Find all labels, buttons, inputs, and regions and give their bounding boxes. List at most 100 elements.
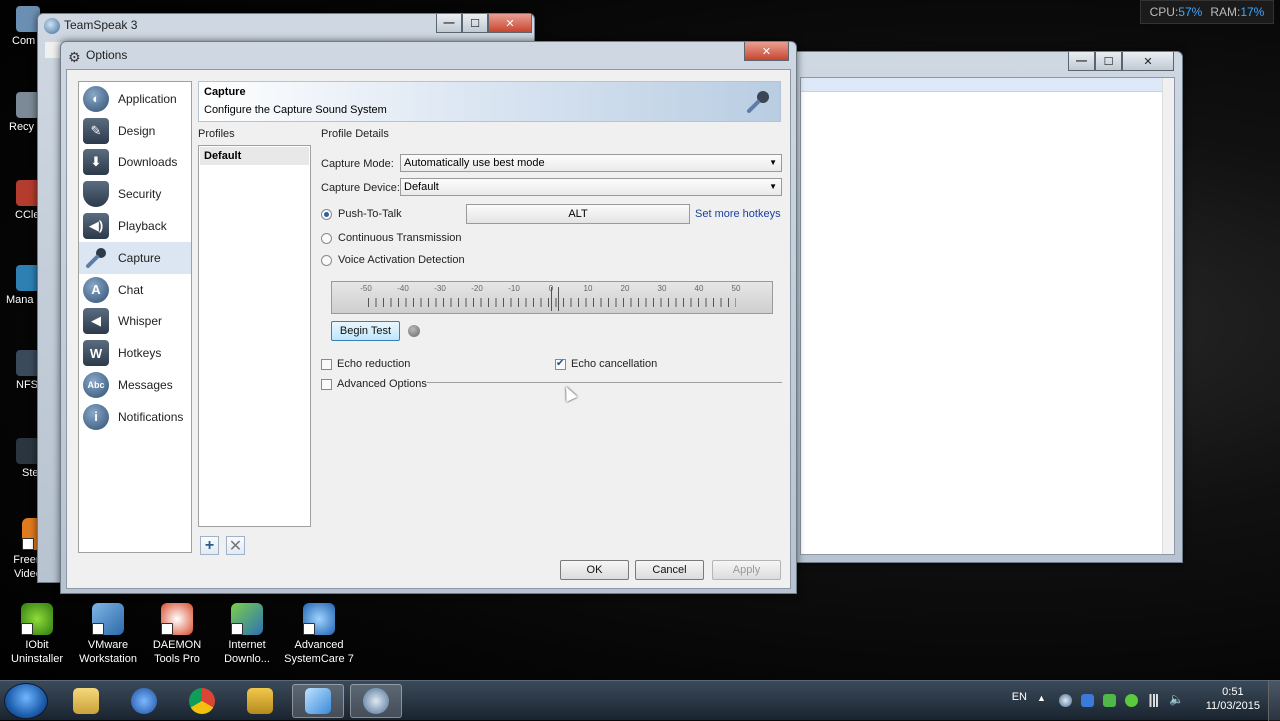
capture-mode-label: Capture Mode: (321, 158, 394, 170)
advanced-options-checkbox[interactable]: Advanced Options (321, 378, 427, 390)
desktop-icon-label: Downlo... (224, 653, 270, 665)
slider-tick: -30 (434, 284, 446, 293)
advanced-systemcare-icon (303, 603, 335, 635)
show-desktop-button[interactable] (1268, 681, 1280, 721)
nav-item-application[interactable]: ◐ Application (79, 83, 191, 115)
tray-icon[interactable] (1103, 694, 1116, 707)
messages-icon: Abc (83, 372, 109, 399)
add-profile-button[interactable]: + (200, 536, 219, 555)
nav-label: Hotkeys (118, 346, 162, 361)
desktop-icon-ccleaner[interactable]: CCle (0, 180, 40, 221)
desktop-icon-label: Com (12, 35, 36, 47)
close-button[interactable]: ✕ (744, 42, 789, 61)
vad-threshold-slider[interactable]: -50 -40 -30 -20 -10 0 10 20 30 40 50 (331, 281, 773, 314)
tray-icon[interactable] (1125, 694, 1138, 707)
maximize-button[interactable]: ☐ (462, 14, 488, 33)
capture-mode-select[interactable]: Automatically use best mode ▼ (400, 154, 782, 172)
cancel-button[interactable]: Cancel (635, 560, 704, 580)
ptt-radio[interactable]: Push-To-Talk (321, 208, 402, 220)
ptt-hotkey-button[interactable]: ALT (466, 204, 690, 224)
echo-reduction-checkbox[interactable]: Echo reduction (321, 358, 410, 370)
desktop-icon-asc[interactable]: Advanced SystemCare 7 (282, 603, 356, 666)
capture-device-select[interactable]: Default ▼ (400, 178, 782, 196)
desktop-icon-daemon[interactable]: DAEMON Tools Pro (144, 603, 210, 666)
slider-tick: 10 (583, 284, 593, 293)
language-indicator[interactable]: EN (1012, 691, 1027, 703)
desktop-icon-label: Recy (9, 121, 35, 133)
capture-mode-value: Automatically use best mode (404, 157, 545, 169)
close-button[interactable]: ✕ (1122, 52, 1174, 71)
desktop-icon-nfs[interactable]: NFS (0, 350, 40, 391)
plus-icon: + (204, 536, 215, 554)
network-icon[interactable] (1147, 694, 1160, 707)
continuous-transmission-radio[interactable]: Continuous Transmission (321, 232, 462, 244)
start-button[interactable] (4, 683, 48, 719)
nav-item-chat[interactable]: A Chat (79, 274, 191, 306)
desktop-icon-label: Uninstaller (11, 653, 63, 665)
begin-test-button[interactable]: Begin Test (331, 321, 400, 341)
desktop-icon-label: NFS (16, 379, 38, 391)
background-window[interactable]: — ☐ ✕ (792, 51, 1183, 563)
echo-cancellation-checkbox[interactable]: Echo cancellation (555, 358, 657, 370)
continuous-label: Continuous Transmission (338, 232, 462, 244)
desktop-icon-label: SystemCare 7 (284, 653, 354, 665)
desktop-icon-vmware[interactable]: VMware Workstation (74, 603, 142, 666)
slider-tick: 20 (620, 284, 630, 293)
nav-label: Chat (118, 282, 144, 297)
nav-label: Application (118, 91, 177, 106)
nav-item-design[interactable]: ✎ Design (79, 115, 191, 147)
nav-item-downloads[interactable]: ⬇ Downloads (79, 147, 191, 179)
taskbar-app[interactable] (292, 684, 344, 718)
desktop-icon-label: IObit (25, 639, 49, 651)
ok-button[interactable]: OK (560, 560, 629, 580)
set-more-hotkeys-link[interactable]: Set more hotkeys (695, 208, 781, 220)
nav-item-messages[interactable]: Abc Messages (79, 369, 191, 401)
profile-item[interactable]: Default (200, 147, 309, 165)
daemon-icon (161, 603, 193, 635)
desktop-icon-recycle[interactable]: Recy (0, 92, 40, 133)
clock-date: 11/03/2015 (1205, 700, 1260, 712)
teamspeak-tray-icon[interactable] (1059, 694, 1072, 707)
desktop-icon-steam[interactable]: Ste (0, 438, 40, 479)
nav-item-hotkeys[interactable]: W Hotkeys (79, 337, 191, 369)
taskbar-teamspeak[interactable] (350, 684, 402, 718)
nav-item-capture[interactable]: Capture (79, 241, 191, 274)
profiles-label: Profiles (198, 128, 235, 140)
remove-profile-button[interactable]: ✕ (226, 536, 245, 555)
desktop-icon-iobit[interactable]: IObit Uninstaller (4, 603, 70, 666)
minimize-button[interactable]: — (436, 14, 462, 33)
minimize-button[interactable]: — (1068, 52, 1095, 71)
scrollbar[interactable] (1162, 78, 1174, 554)
desktop-icon-label: Internet (228, 639, 266, 651)
desktop-icon-computer[interactable]: Com (0, 6, 40, 47)
taskbar-app[interactable] (118, 684, 170, 718)
slider-thumb[interactable] (551, 287, 559, 311)
volume-icon[interactable]: 🔈 (1169, 692, 1184, 706)
taskbar-explorer[interactable] (60, 684, 112, 718)
taskbar-chrome[interactable] (176, 684, 228, 718)
system-monitor: CPU:57% RAM:17% (1140, 0, 1274, 24)
close-button[interactable]: ✕ (488, 14, 532, 33)
nav-item-whisper[interactable]: ◀ Whisper (79, 306, 191, 338)
tray-icon[interactable] (1081, 694, 1094, 707)
nav-item-notifications[interactable]: i Notifications (79, 401, 191, 433)
divider (427, 382, 782, 383)
desktop-icon-idm[interactable]: Internet Downlo... (214, 603, 280, 666)
profile-details-label: Profile Details (321, 128, 389, 140)
clock-time: 0:51 (1222, 686, 1244, 698)
nav-item-playback[interactable]: ◀) Playback (79, 210, 191, 242)
chevron-up-icon[interactable]: ▲ (1037, 693, 1050, 706)
clock[interactable]: 0:51 11/03/2015 (1206, 685, 1260, 713)
app-icon (131, 688, 157, 714)
vad-radio[interactable]: Voice Activation Detection (321, 254, 465, 266)
taskbar-app[interactable] (234, 684, 286, 718)
vad-label: Voice Activation Detection (338, 254, 465, 266)
options-dialog[interactable]: ⚙ Options ✕ ◐ Application ✎ Design ⬇ Downlo… (60, 41, 797, 594)
design-icon: ✎ (83, 117, 109, 144)
slider-tick: 30 (657, 284, 667, 293)
apply-button[interactable]: Apply (712, 560, 781, 580)
nav-item-security[interactable]: Security (79, 178, 191, 210)
whisper-icon: ◀ (83, 308, 109, 335)
desktop-icon-manager[interactable]: Mana (0, 265, 40, 306)
maximize-button[interactable]: ☐ (1095, 52, 1122, 71)
